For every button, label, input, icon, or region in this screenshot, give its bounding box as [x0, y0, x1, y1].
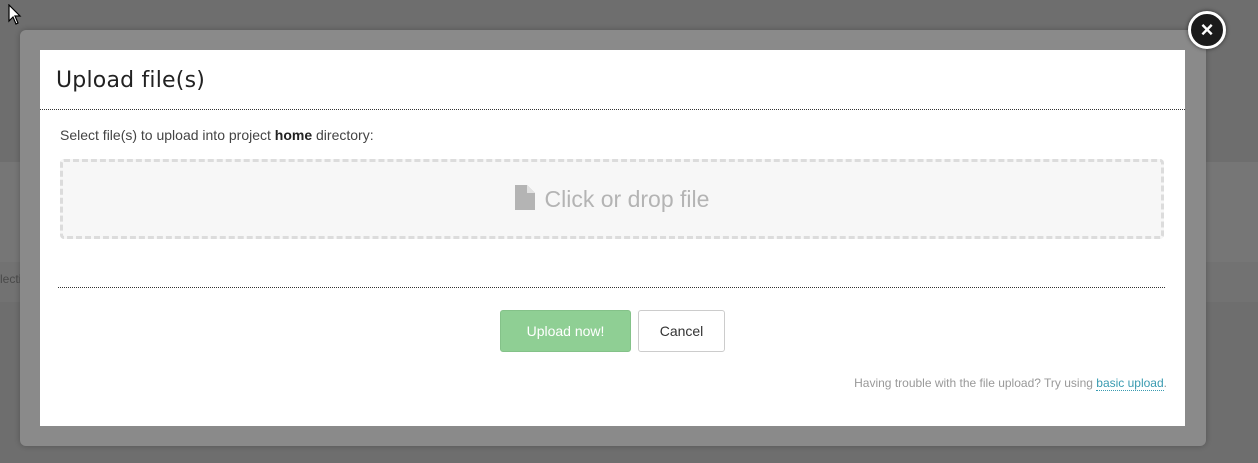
help-prefix: Having trouble with the file upload? Try…	[854, 376, 1097, 390]
footer-divider	[58, 287, 1165, 288]
mouse-cursor-icon	[8, 3, 22, 31]
prompt-suffix: directory:	[312, 127, 374, 143]
file-dropzone[interactable]: Click or drop file	[60, 159, 1164, 239]
modal-title: Upload file(s)	[56, 68, 206, 93]
prompt-prefix: Select file(s) to upload into project	[60, 127, 275, 143]
help-suffix: .	[1163, 376, 1167, 390]
file-icon	[514, 185, 535, 216]
upload-now-button[interactable]: Upload now!	[500, 310, 631, 352]
background-partial-text: lecti	[0, 272, 22, 286]
title-divider	[40, 109, 1185, 110]
cancel-button[interactable]: Cancel	[638, 310, 725, 352]
upload-help-text: Having trouble with the file upload? Try…	[854, 376, 1167, 391]
prompt-directory: home	[274, 127, 313, 143]
dropzone-content: Click or drop file	[63, 185, 1161, 216]
upload-prompt: Select file(s) to upload into project ho…	[60, 127, 374, 143]
close-button[interactable]: ×	[1188, 11, 1226, 49]
dropzone-label: Click or drop file	[544, 186, 710, 212]
basic-upload-link[interactable]: basic upload	[1096, 376, 1164, 391]
close-icon: ×	[1200, 17, 1214, 42]
